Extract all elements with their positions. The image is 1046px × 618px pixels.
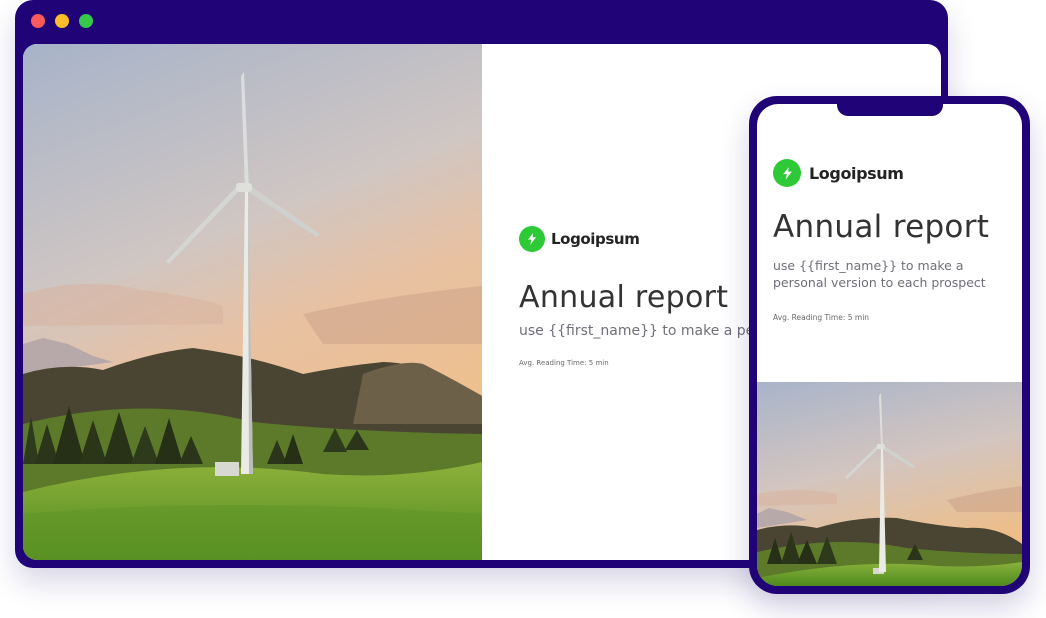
- mobile-report-cover: Logoipsum Annual report use {{first_name…: [773, 159, 1013, 322]
- wind-turbine-photo: [23, 44, 482, 560]
- mobile-screen: Logoipsum Annual report use {{first_name…: [757, 104, 1022, 586]
- report-subtitle: use {{first_name}} to make a personal ve…: [519, 323, 941, 339]
- brand-name: Logoipsum: [551, 230, 640, 248]
- wind-turbine-landscape-image: [23, 44, 482, 560]
- brand-logo[interactable]: Logoipsum: [773, 159, 1013, 187]
- phone-notch: [837, 104, 943, 116]
- reading-time: Avg. Reading Time: 5 min: [773, 313, 870, 322]
- lightning-bolt-icon: [519, 226, 545, 252]
- report-subtitle: use {{first_name}} to make a personal ve…: [773, 258, 986, 290]
- lightning-bolt-icon: [773, 159, 801, 187]
- wind-turbine-photo: [757, 382, 1022, 586]
- minimize-window-dot[interactable]: [55, 14, 69, 28]
- brand-name: Logoipsum: [809, 163, 904, 183]
- report-title: Annual report: [773, 209, 990, 245]
- close-window-dot[interactable]: [31, 14, 45, 28]
- mobile-phone-mockup: Logoipsum Annual report use {{first_name…: [749, 96, 1030, 594]
- maximize-window-dot[interactable]: [79, 14, 93, 28]
- wind-turbine-landscape-image: [757, 382, 1022, 586]
